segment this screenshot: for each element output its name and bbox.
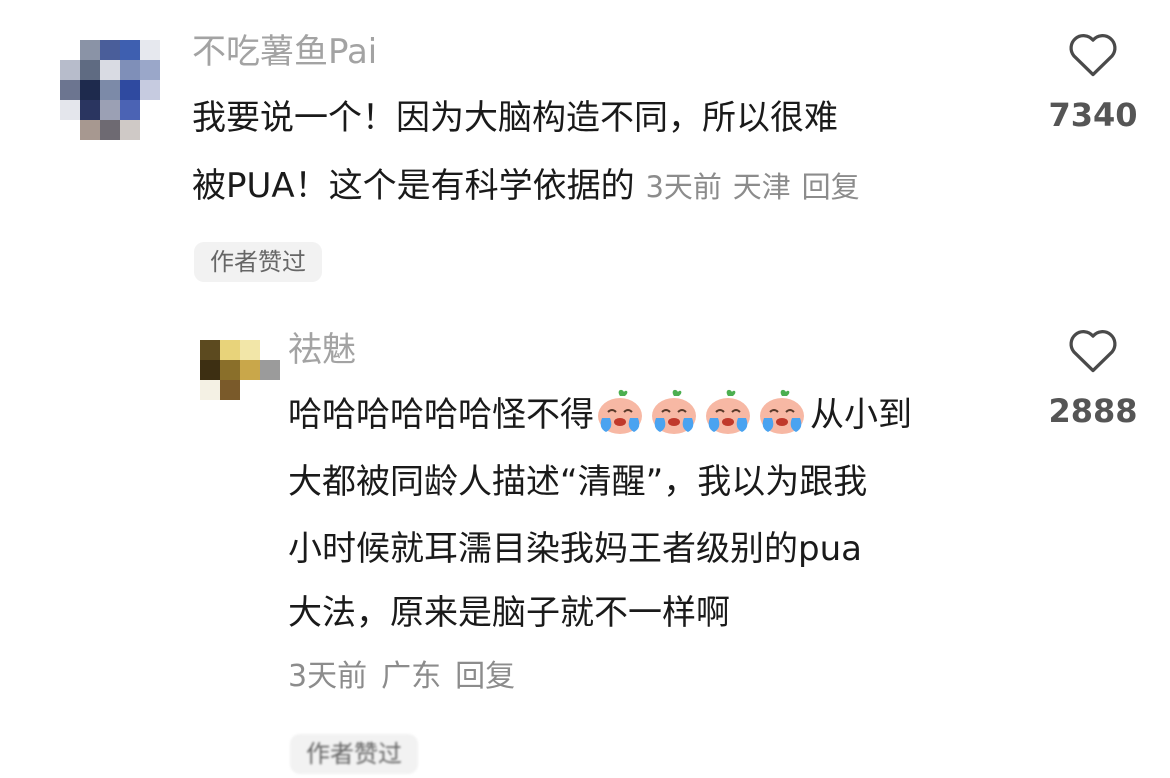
avatar-pixel: [120, 80, 140, 100]
avatar-pixel: [200, 340, 220, 360]
crying-peach-emoji: [756, 388, 808, 436]
avatar-pixel: [240, 340, 260, 360]
avatar-pixel: [140, 80, 160, 100]
avatar-pixel: [100, 120, 120, 140]
avatar-pixel: [100, 100, 120, 120]
comment-text-line-2: 大都被同龄人描述“清醒”，我以为跟我: [288, 462, 868, 502]
comment-text-line-1: 我要说一个！因为大脑构造不同，所以很难: [192, 98, 838, 138]
heart-outline-icon[interactable]: [1067, 326, 1119, 374]
avatar-pixel: [60, 40, 80, 60]
avatar-pixel: [60, 60, 80, 80]
avatar-pixel: [120, 100, 140, 120]
avatar-pixel: [120, 120, 140, 140]
like-button[interactable]: 2888: [1038, 326, 1148, 430]
avatar-pixelated[interactable]: [60, 40, 160, 140]
comment-meta: 3天前 广东 回复: [288, 662, 529, 692]
avatar-pixel: [260, 380, 280, 400]
comment-username[interactable]: 祛魅: [288, 333, 356, 367]
avatar-pixel: [240, 360, 260, 380]
crying-peach-emoji: [702, 388, 754, 436]
author-liked-badge: 作者赞过: [290, 734, 418, 774]
avatar-pixel: [60, 80, 80, 100]
avatar-pixel: [60, 100, 80, 120]
like-count: 2888: [1048, 392, 1138, 430]
avatar-pixel: [140, 120, 160, 140]
avatar-pixel: [140, 60, 160, 80]
avatar-pixel: [100, 40, 120, 60]
avatar-pixel: [100, 60, 120, 80]
comment-location: 广东: [381, 659, 442, 694]
avatar-pixelated[interactable]: [200, 340, 280, 400]
avatar-pixel: [80, 100, 100, 120]
avatar-pixel: [100, 80, 120, 100]
like-count: 7340: [1048, 96, 1138, 134]
comment-time: 3天前: [288, 659, 368, 694]
reply-button[interactable]: 回复: [455, 659, 515, 694]
comment-text-line-4: 大法，原来是脑子就不一样啊: [288, 593, 730, 633]
avatar-pixel: [80, 60, 100, 80]
comment-username[interactable]: 不吃薯鱼Pai: [192, 35, 377, 69]
avatar-pixel: [120, 40, 140, 60]
avatar-pixel: [220, 380, 240, 400]
avatar-pixel: [140, 40, 160, 60]
like-button[interactable]: 7340: [1038, 30, 1148, 134]
emoji-row: [594, 389, 810, 435]
comment-text-line-1: 哈哈哈哈哈哈怪不得 从小到: [288, 381, 912, 449]
avatar-pixel: [220, 360, 240, 380]
avatar-pixel: [80, 120, 100, 140]
avatar-pixel: [220, 340, 240, 360]
avatar-pixel: [240, 380, 260, 400]
avatar-pixel: [80, 80, 100, 100]
crying-peach-emoji: [594, 388, 646, 436]
author-liked-badge: 作者赞过: [194, 242, 322, 282]
avatar-pixel: [200, 360, 220, 380]
avatar-pixel: [80, 40, 100, 60]
avatar-pixel: [260, 340, 280, 360]
reply-button[interactable]: 回复: [802, 170, 860, 204]
avatar-pixel: [60, 120, 80, 140]
avatar-pixel: [260, 360, 280, 380]
comment-location: 天津: [732, 170, 791, 204]
crying-peach-emoji: [648, 388, 700, 436]
avatar-pixel: [120, 60, 140, 80]
comment-text-line-3: 小时候就耳濡目染我妈王者级别的pua: [288, 529, 862, 569]
heart-outline-icon[interactable]: [1067, 30, 1119, 78]
comment-text-line-2: 被PUA！这个是有科学依据的 3天前 天津 回复: [192, 166, 860, 206]
avatar-pixel: [140, 100, 160, 120]
comment-time: 3天前: [645, 170, 722, 204]
avatar-pixel: [200, 380, 220, 400]
